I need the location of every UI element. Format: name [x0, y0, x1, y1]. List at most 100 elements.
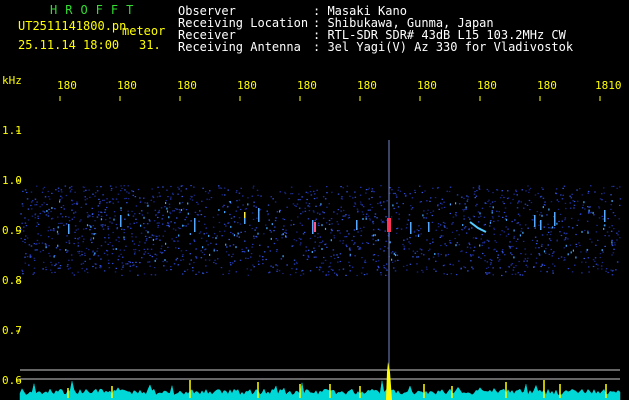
noise-dot	[451, 223, 453, 225]
noise-dot	[380, 272, 382, 274]
noise-dot	[77, 228, 79, 230]
noise-dot	[516, 207, 519, 209]
noise-dot	[359, 227, 362, 229]
noise-dot	[342, 209, 345, 212]
noise-dot	[195, 273, 197, 275]
noise-dot	[62, 205, 65, 207]
noise-dot	[543, 226, 545, 228]
noise-dot	[139, 262, 141, 264]
noise-dot	[257, 232, 259, 235]
noise-dot	[150, 236, 152, 238]
noise-dot	[461, 228, 463, 231]
noise-dot	[397, 206, 400, 208]
noise-dot	[528, 189, 531, 191]
noise-dot	[48, 208, 50, 211]
noise-dot	[135, 205, 138, 207]
noise-dot	[132, 194, 134, 196]
noise-dot	[252, 264, 254, 266]
noise-dot	[516, 194, 518, 196]
noise-dot	[108, 201, 111, 203]
noise-dot	[340, 210, 342, 212]
noise-dot	[239, 223, 242, 225]
noise-dot	[121, 228, 123, 230]
noise-dot	[342, 242, 344, 244]
noise-dot	[48, 252, 50, 254]
noise-dot	[112, 202, 114, 204]
noise-dot	[333, 237, 336, 239]
noise-dot	[612, 252, 615, 254]
noise-dot	[369, 219, 371, 221]
noise-dot	[67, 264, 69, 266]
noise-dot	[587, 230, 589, 232]
noise-dot	[492, 274, 494, 276]
noise-dot	[145, 230, 147, 232]
noise-dot	[244, 251, 246, 253]
noise-dot	[433, 268, 435, 270]
noise-dot	[249, 224, 251, 226]
noise-dot	[184, 219, 186, 221]
noise-dot	[449, 203, 451, 206]
noise-dot	[321, 262, 323, 264]
noise-dot	[612, 212, 615, 214]
noise-dot	[548, 238, 551, 240]
noise-dot	[74, 231, 76, 233]
noise-dot	[528, 199, 531, 202]
noise-dot	[296, 262, 298, 265]
noise-dot	[461, 196, 463, 198]
noise-dot	[300, 238, 302, 240]
noise-dot	[306, 198, 308, 201]
noise-dot	[510, 245, 513, 248]
noise-dot	[42, 249, 44, 251]
noise-dot	[463, 266, 465, 268]
noise-dot	[84, 252, 86, 254]
meteor-echo	[68, 224, 70, 234]
noise-dot	[276, 249, 278, 251]
noise-dot	[284, 191, 286, 193]
meteor-echo	[534, 215, 536, 227]
noise-dot	[46, 203, 48, 206]
noise-dot	[534, 236, 537, 238]
noise-dot	[120, 253, 122, 255]
noise-dot	[92, 225, 94, 227]
noise-dot	[318, 245, 320, 247]
noise-dot	[383, 267, 386, 269]
noise-dot	[69, 267, 72, 269]
noise-dot	[319, 236, 322, 238]
noise-dot	[50, 261, 52, 263]
noise-dot	[71, 188, 73, 191]
noise-dot	[225, 225, 227, 227]
noise-dot	[383, 250, 385, 252]
noise-dot	[548, 227, 550, 229]
noise-dot	[185, 225, 187, 227]
noise-dot	[165, 242, 167, 245]
noise-dot	[21, 222, 23, 224]
noise-dot	[36, 201, 38, 203]
noise-dot	[515, 247, 518, 249]
noise-dot	[437, 226, 440, 228]
noise-dot	[251, 246, 253, 248]
noise-dot	[140, 224, 142, 227]
noise-dot	[166, 224, 168, 227]
noise-dot	[205, 265, 207, 267]
noise-dot	[345, 274, 347, 276]
noise-dot	[172, 210, 174, 212]
noise-dot	[22, 230, 25, 232]
noise-dot	[320, 203, 322, 206]
noise-dot	[77, 245, 80, 247]
noise-dot	[200, 250, 202, 252]
noise-dot	[398, 213, 400, 215]
noise-dot	[610, 269, 612, 271]
noise-dot	[567, 238, 569, 240]
noise-dot	[330, 218, 333, 220]
spectrum-peak	[386, 362, 392, 400]
noise-dot	[552, 270, 554, 272]
noise-dot	[190, 220, 192, 222]
meteor-echo	[356, 220, 358, 230]
noise-dot	[575, 243, 577, 245]
noise-dot	[164, 206, 166, 208]
noise-dot	[92, 251, 94, 253]
noise-dot	[563, 239, 566, 241]
noise-dot	[548, 253, 551, 255]
noise-dot	[96, 190, 99, 192]
noise-dot	[330, 268, 333, 270]
